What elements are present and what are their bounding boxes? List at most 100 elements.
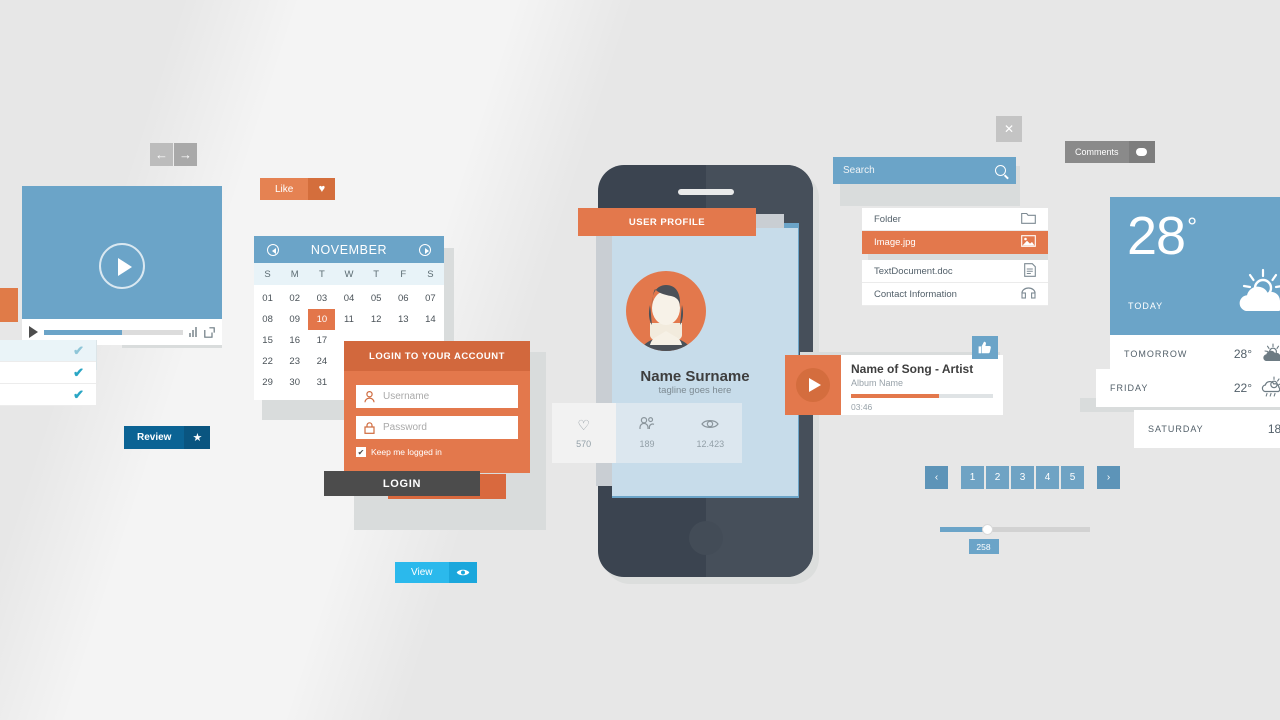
calendar-day[interactable]: 06 <box>390 288 417 309</box>
file-name: Folder <box>874 213 901 225</box>
home-button[interactable] <box>688 521 723 555</box>
calendar-day[interactable]: 15 <box>254 330 281 351</box>
pagination-page-2[interactable]: 2 <box>986 466 1009 489</box>
file-row-contact[interactable]: Contact Information <box>862 283 1048 306</box>
like-button-label: Like <box>260 178 309 200</box>
stat-followers[interactable]: 189 <box>615 403 678 463</box>
pagination-page-3[interactable]: 3 <box>1011 466 1034 489</box>
arrow-right-icon[interactable]: → <box>174 143 197 166</box>
review-button-label: Review <box>124 426 185 449</box>
pagination-page-1[interactable]: 1 <box>961 466 984 489</box>
file-row-image[interactable]: Image.jpg <box>862 231 1048 254</box>
eye-icon <box>701 418 720 432</box>
calendar-day[interactable]: 02 <box>281 288 308 309</box>
file-row-folder[interactable]: Folder <box>862 208 1048 231</box>
calendar-day-selected[interactable]: 10 <box>308 309 336 330</box>
calendar-day[interactable]: 07 <box>417 288 444 309</box>
calendar-day[interactable]: 04 <box>335 288 362 309</box>
music-artwork[interactable] <box>785 355 841 415</box>
play-icon[interactable] <box>29 326 38 338</box>
review-button[interactable]: Review ★ <box>124 426 211 449</box>
stat-views[interactable]: 12.423 <box>679 403 742 463</box>
comments-button[interactable]: Comments <box>1065 141 1155 163</box>
login-submit-button[interactable]: LOGIN <box>324 471 480 496</box>
avatar <box>626 271 706 351</box>
calendar-day[interactable]: 23 <box>281 351 308 372</box>
chevron-right-circle-icon[interactable] <box>419 243 431 256</box>
calendar-day[interactable]: 30 <box>281 372 308 393</box>
calendar-day[interactable]: 22 <box>254 351 281 372</box>
pagination-prev[interactable]: ‹ <box>925 466 948 489</box>
calendar-day[interactable]: 16 <box>281 330 308 351</box>
calendar-day[interactable]: 05 <box>363 288 390 309</box>
remember-me-checkbox[interactable]: ✔ <box>356 447 366 457</box>
fullscreen-icon[interactable] <box>204 326 215 338</box>
calendar-day[interactable]: 24 <box>308 351 335 372</box>
music-progress-track[interactable] <box>851 394 993 398</box>
profile-name: Name Surname <box>640 368 750 385</box>
search-input[interactable]: Search <box>833 157 1016 184</box>
close-icon[interactable]: ✕ <box>996 116 1022 142</box>
play-icon[interactable] <box>99 242 145 289</box>
calendar-weekday: F <box>400 268 407 280</box>
calendar-weekday: T <box>373 268 380 280</box>
calendar-header: NOVEMBER <box>254 236 444 263</box>
weather-forecast-row-friday[interactable]: FRIDAY 22° <box>1096 369 1280 407</box>
users-icon <box>638 417 655 432</box>
video-screen[interactable] <box>22 186 222 319</box>
profile-header: USER PROFILE <box>578 208 756 236</box>
file-name: Contact Information <box>874 288 957 300</box>
arrow-left-icon[interactable]: ← <box>150 143 173 166</box>
calendar-day[interactable]: 13 <box>390 309 417 330</box>
range-slider[interactable]: 258 <box>940 524 1090 554</box>
image-icon <box>1021 235 1036 250</box>
calendar-day[interactable]: 17 <box>308 330 335 351</box>
list-item[interactable]: ✔ <box>0 340 96 362</box>
calendar-day[interactable]: 08 <box>254 309 281 330</box>
login-form: Username Password ✔ Keep me logged in <box>344 371 530 473</box>
forecast-temp: 28° <box>1233 347 1252 361</box>
password-field[interactable]: Password <box>356 416 518 439</box>
check-icon: ✔ <box>73 364 84 380</box>
calendar-weekday: T <box>318 268 325 280</box>
list-item[interactable]: ✔ <box>0 384 96 406</box>
weather-forecast-row-saturday[interactable]: SATURDAY 18° <box>1134 410 1280 448</box>
calendar-day[interactable]: 01 <box>254 288 281 309</box>
calendar-day[interactable]: 09 <box>281 309 308 330</box>
volume-bars-icon[interactable] <box>189 327 198 337</box>
slider-track[interactable]: 258 <box>940 524 1090 554</box>
calendar-weekday-row: S M T W T F S <box>254 263 444 285</box>
remember-me-row[interactable]: ✔ Keep me logged in <box>356 447 518 457</box>
search-icon[interactable] <box>995 165 1006 176</box>
calendar-day[interactable]: 31 <box>308 372 335 393</box>
like-button[interactable]: Like ♥ <box>260 178 336 200</box>
view-button[interactable]: View <box>395 562 477 583</box>
video-player[interactable] <box>22 186 222 345</box>
calendar-day[interactable]: 11 <box>335 309 362 330</box>
thumbs-up-icon[interactable] <box>972 336 998 359</box>
username-field[interactable]: Username <box>356 385 518 408</box>
calendar-day[interactable]: 12 <box>363 309 390 330</box>
file-name: TextDocument.doc <box>874 265 953 277</box>
heart-icon: ♡ <box>577 416 590 433</box>
slider-handle[interactable] <box>981 524 993 535</box>
weather-forecast-row-tomorrow[interactable]: TOMORROW 28° <box>1110 335 1280 373</box>
checklist: ✔ ✔ ✔ <box>0 340 96 406</box>
calendar-day[interactable]: 29 <box>254 372 281 393</box>
stat-value: 12.423 <box>696 438 725 449</box>
list-item[interactable]: ✔ <box>0 362 96 384</box>
stat-likes[interactable]: ♡ 570 <box>552 403 615 463</box>
file-row-document[interactable]: TextDocument.doc <box>862 260 1048 283</box>
chevron-left-circle-icon[interactable] <box>267 243 279 256</box>
play-icon[interactable] <box>796 368 830 402</box>
calendar-day[interactable]: 14 <box>417 309 444 330</box>
lock-icon <box>364 421 375 434</box>
pagination-next[interactable]: › <box>1097 466 1120 489</box>
calendar-weekday: S <box>264 268 271 280</box>
forecast-day: TOMORROW <box>1124 349 1188 359</box>
pagination-page-4[interactable]: 4 <box>1036 466 1059 489</box>
sun-behind-cloud-icon <box>1260 343 1280 365</box>
calendar-day[interactable]: 03 <box>308 288 335 309</box>
video-progress-track[interactable] <box>44 329 183 335</box>
pagination-page-5[interactable]: 5 <box>1061 466 1084 489</box>
